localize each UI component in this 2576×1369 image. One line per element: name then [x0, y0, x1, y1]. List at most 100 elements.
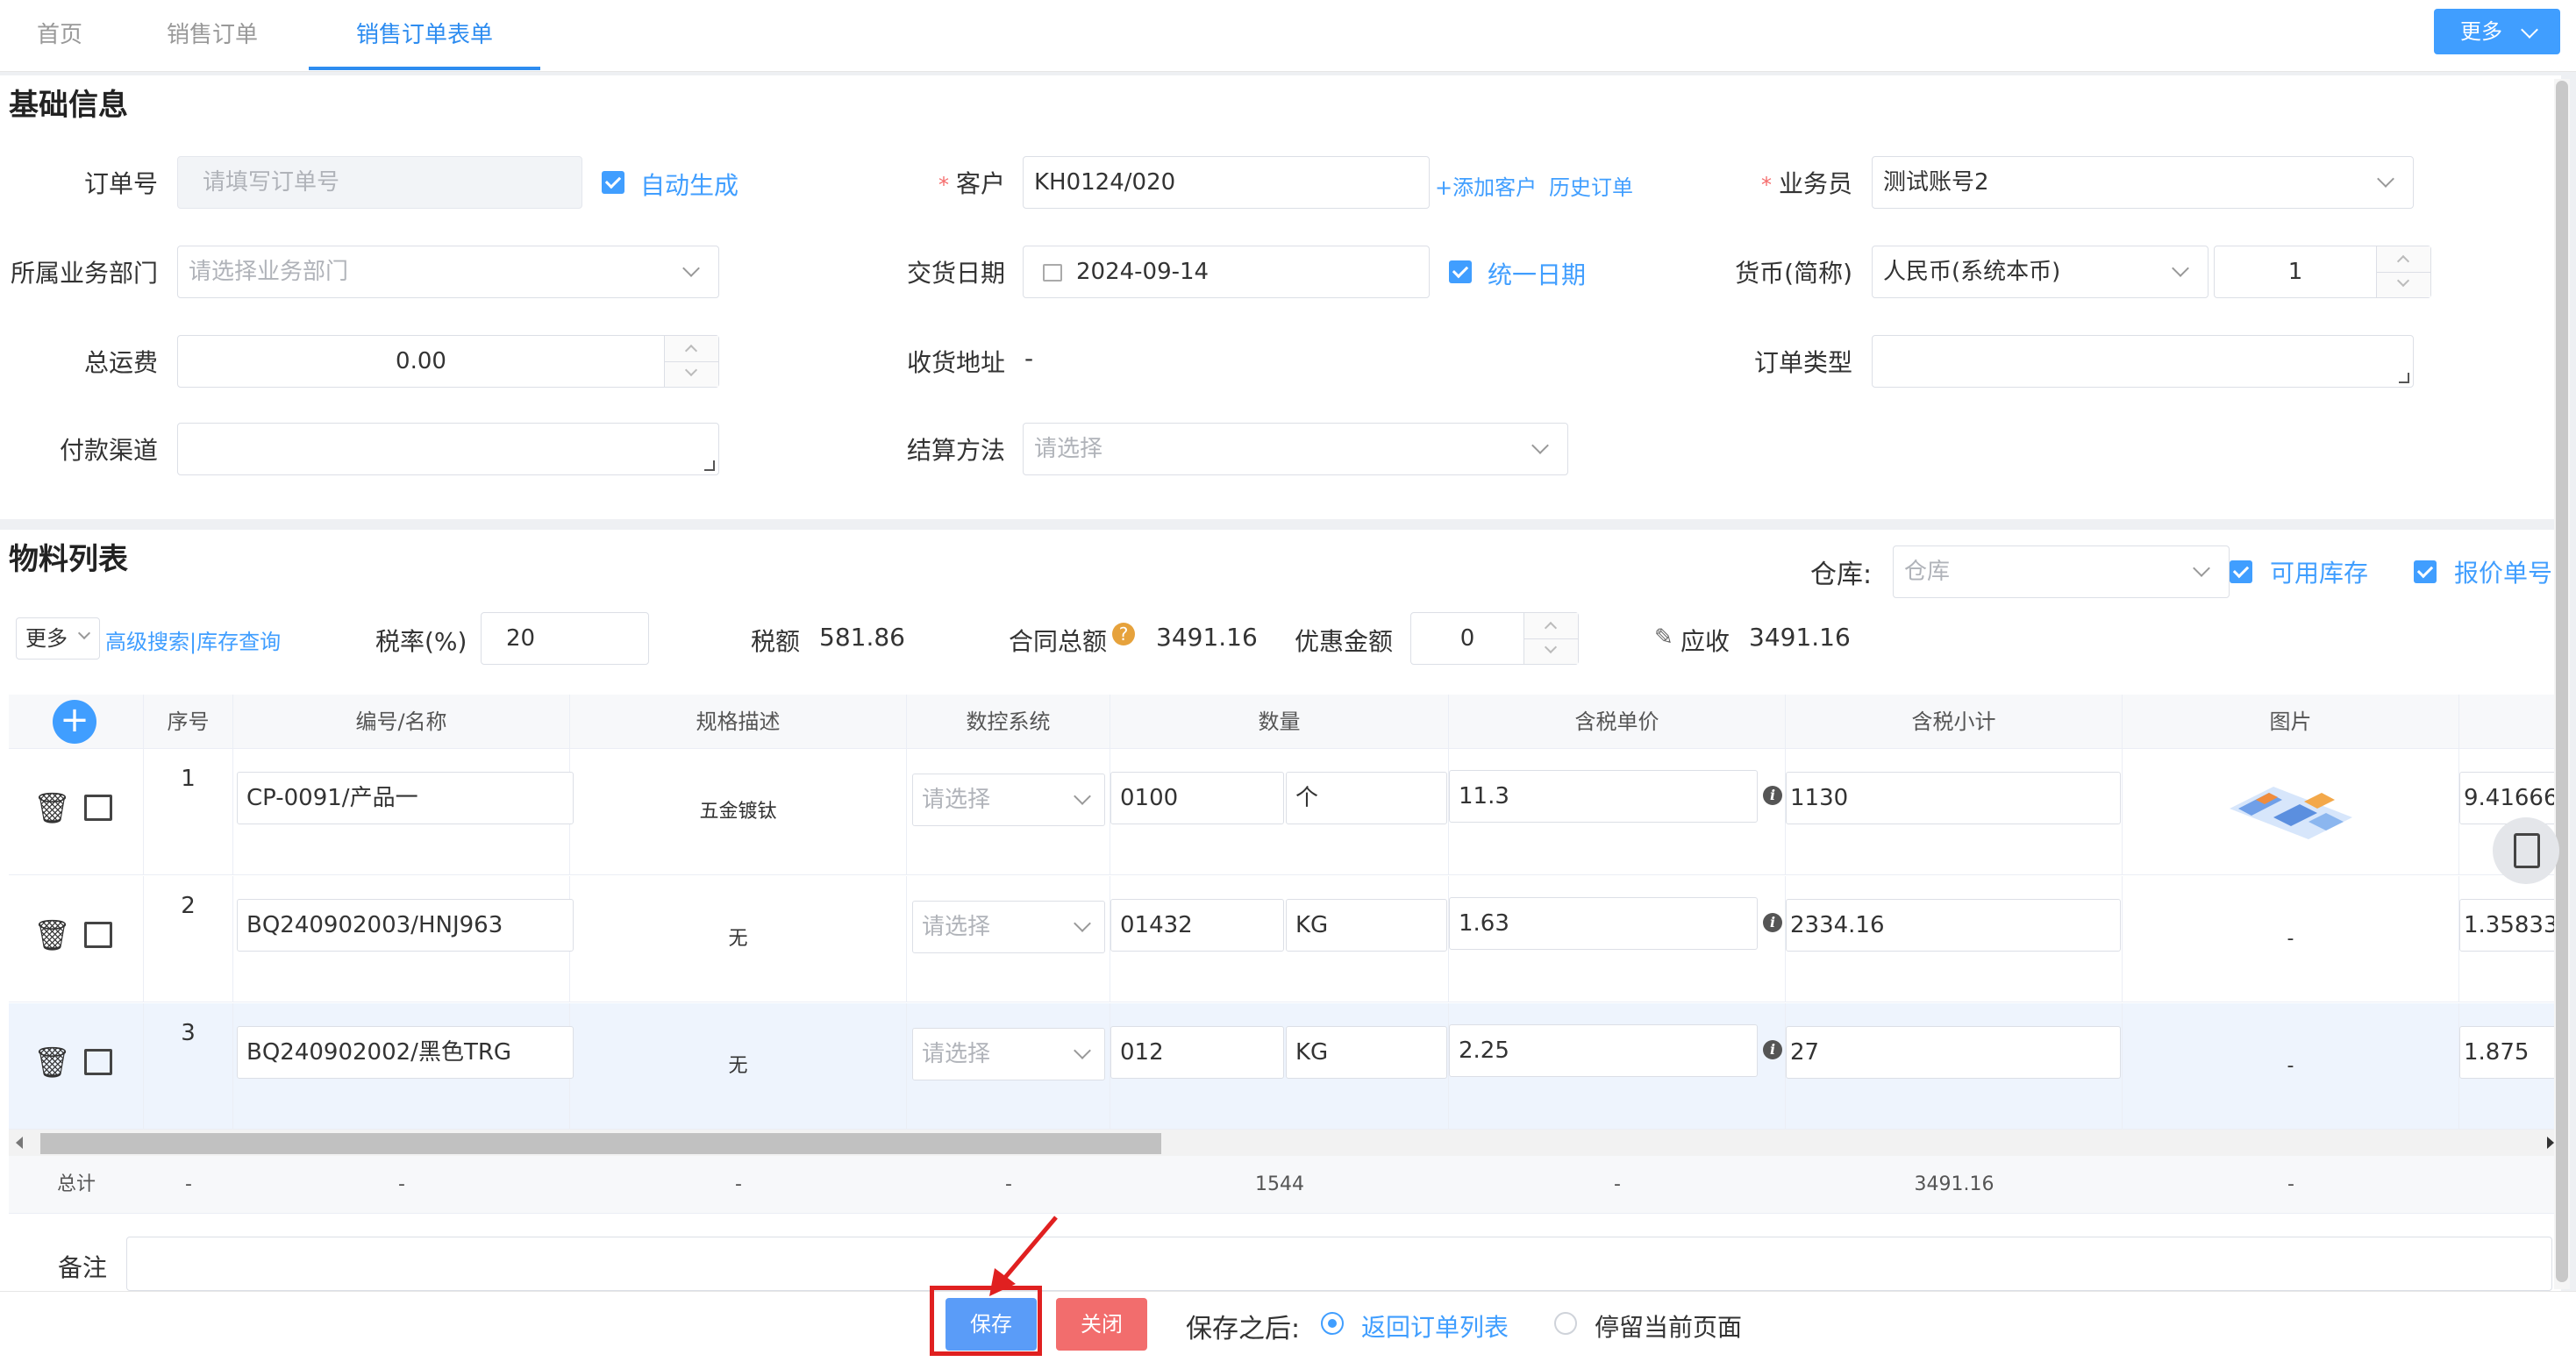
product-image-icon[interactable]: [2221, 774, 2361, 844]
row-spec: 无: [570, 876, 907, 1002]
resize-handle-icon[interactable]: [704, 460, 715, 471]
row-qty-input[interactable]: 012: [1110, 1026, 1284, 1079]
scroll-left-icon[interactable]: [16, 1137, 23, 1149]
resize-handle-icon[interactable]: [2399, 373, 2409, 383]
stepper-up-icon[interactable]: [1544, 621, 1558, 635]
quote-no-checkbox[interactable]: [2414, 560, 2437, 583]
tab-sales-order-form[interactable]: 销售订单表单×: [309, 0, 540, 118]
row-unit-input[interactable]: KG: [1286, 899, 1447, 952]
tax-rate-input[interactable]: 20: [481, 612, 649, 665]
trash-icon[interactable]: 🗑: [33, 791, 71, 826]
table-horizontal-scrollbar[interactable]: [9, 1130, 2561, 1156]
page-scrollbar-thumb[interactable]: [2556, 81, 2568, 1282]
order-no-input[interactable]: 请填写订单号: [177, 156, 582, 209]
row-cnc-select[interactable]: 请选择: [912, 901, 1105, 953]
available-stock-label[interactable]: 可用库存: [2270, 554, 2368, 589]
info-icon[interactable]: i: [1763, 786, 1782, 805]
stepper[interactable]: [2376, 246, 2430, 297]
row-price-input[interactable]: 1.63: [1449, 897, 1758, 950]
available-stock-checkbox[interactable]: [2230, 560, 2252, 583]
float-document-button[interactable]: [2493, 817, 2559, 884]
currency-select[interactable]: 人民币(系统本币): [1872, 246, 2209, 298]
copy-icon[interactable]: [84, 1049, 112, 1075]
stepper-down-icon[interactable]: [684, 363, 698, 377]
row-qty-input[interactable]: 01432: [1110, 899, 1284, 952]
info-icon[interactable]: i: [1763, 1040, 1782, 1059]
stepper-up-icon[interactable]: [684, 344, 698, 358]
quote-no-label[interactable]: 报价单号: [2454, 554, 2552, 589]
stepper-down-icon[interactable]: [2396, 274, 2410, 288]
row-code-input[interactable]: CP-0091/产品一: [237, 772, 574, 824]
unify-date-checkbox[interactable]: [1449, 260, 1472, 283]
info-icon[interactable]: i: [1763, 913, 1782, 932]
trash-icon[interactable]: 🗑: [33, 1045, 71, 1080]
add-row-cell: +: [9, 695, 144, 749]
close-button[interactable]: 关闭: [1056, 1298, 1147, 1351]
document-icon: [2514, 833, 2540, 868]
row-code-input[interactable]: BQ240902003/HNJ963: [237, 899, 574, 952]
more-select[interactable]: 更多: [16, 617, 100, 660]
scroll-right-icon[interactable]: [2547, 1137, 2554, 1149]
row-qty-input[interactable]: 0100: [1110, 772, 1284, 824]
row-subtotal-cell: 2334.16: [1786, 876, 2123, 1002]
remark-textarea[interactable]: [126, 1237, 2552, 1291]
history-orders-link[interactable]: 历史订单: [1549, 170, 1633, 201]
row-actions: 🗑: [9, 749, 144, 875]
row-subtotal-input[interactable]: 27: [1786, 1026, 2121, 1079]
row-subtotal-input[interactable]: 2334.16: [1786, 899, 2121, 952]
return-list-radio[interactable]: [1321, 1312, 1344, 1335]
customer-input[interactable]: KH0124/020: [1023, 156, 1430, 209]
row-extra-input[interactable]: 9.41666: [2459, 772, 2565, 824]
exchange-rate-input[interactable]: 1: [2214, 246, 2431, 298]
stay-page-label[interactable]: 停留当前页面: [1595, 1308, 1742, 1344]
auto-generate-label[interactable]: 自动生成: [640, 167, 739, 202]
add-customer-link[interactable]: +添加客户: [1435, 170, 1537, 201]
question-icon[interactable]: ?: [1112, 623, 1135, 645]
scrollbar-thumb[interactable]: [40, 1133, 1161, 1154]
stepper[interactable]: [1523, 613, 1578, 664]
order-type-textarea[interactable]: [1872, 335, 2414, 388]
more-select-value: 更多: [25, 626, 68, 651]
row-code-cell: CP-0091/产品一: [233, 749, 574, 875]
row-unit-input[interactable]: 个: [1286, 772, 1447, 824]
row-cnc-select[interactable]: 请选择: [912, 1028, 1105, 1080]
sales-order-form-page: 首页 销售订单 销售订单表单× 更多 基础信息 订单号 请填写订单号 自动生成 …: [0, 0, 2576, 1369]
stepper[interactable]: [664, 336, 718, 387]
return-list-label[interactable]: 返回订单列表: [1361, 1308, 1509, 1344]
salesman-select[interactable]: 测试账号2: [1872, 156, 2414, 209]
total-cnc: -: [1005, 1173, 1012, 1195]
row-unit-input[interactable]: KG: [1286, 1026, 1447, 1079]
row-cnc-placeholder: 请选择: [922, 914, 991, 940]
delivery-date-input[interactable]: 2024-09-14: [1023, 246, 1430, 298]
freight-input[interactable]: 0.00: [177, 335, 719, 388]
row-price-input[interactable]: 2.25: [1449, 1024, 1758, 1077]
total-qty: 1544: [1255, 1173, 1304, 1195]
stay-page-radio[interactable]: [1554, 1312, 1577, 1335]
copy-icon[interactable]: [84, 795, 112, 821]
copy-icon[interactable]: [84, 922, 112, 948]
more-dropdown-button[interactable]: 更多: [2434, 9, 2560, 54]
row-cnc-select[interactable]: 请选择: [912, 774, 1105, 826]
add-row-icon[interactable]: +: [53, 700, 96, 744]
advanced-search-link[interactable]: 高级搜索|库存查询: [105, 624, 281, 655]
row-code-input[interactable]: BQ240902002/黑色TRG: [237, 1026, 574, 1079]
warehouse-select[interactable]: 仓库: [1893, 545, 2230, 598]
row-price-input[interactable]: 11.3: [1449, 770, 1758, 823]
payment-channel-label: 付款渠道: [59, 436, 158, 465]
table-total-row: 总计 - - - - 1544 - 3491.16 -: [9, 1156, 2561, 1214]
stepper-up-icon[interactable]: [2396, 254, 2410, 268]
payment-channel-textarea[interactable]: [177, 423, 719, 475]
auto-generate-checkbox[interactable]: [602, 171, 624, 194]
settle-method-select[interactable]: 请选择: [1023, 423, 1568, 475]
section-title-basic: 基础信息: [9, 88, 128, 123]
trash-icon[interactable]: 🗑: [33, 918, 71, 953]
row-extra-input[interactable]: 1.35833: [2459, 899, 2565, 952]
discount-input[interactable]: 0: [1410, 612, 1579, 665]
row-subtotal-input[interactable]: 1130: [1786, 772, 2121, 824]
row-extra-input[interactable]: 1.875: [2459, 1026, 2565, 1079]
unify-date-label[interactable]: 统一日期: [1488, 256, 1586, 291]
stepper-down-icon[interactable]: [1544, 640, 1558, 654]
tab-sales-orders[interactable]: 销售订单: [167, 0, 258, 70]
dept-select[interactable]: 请选择业务部门: [177, 246, 719, 298]
tab-home[interactable]: 首页: [37, 0, 82, 70]
